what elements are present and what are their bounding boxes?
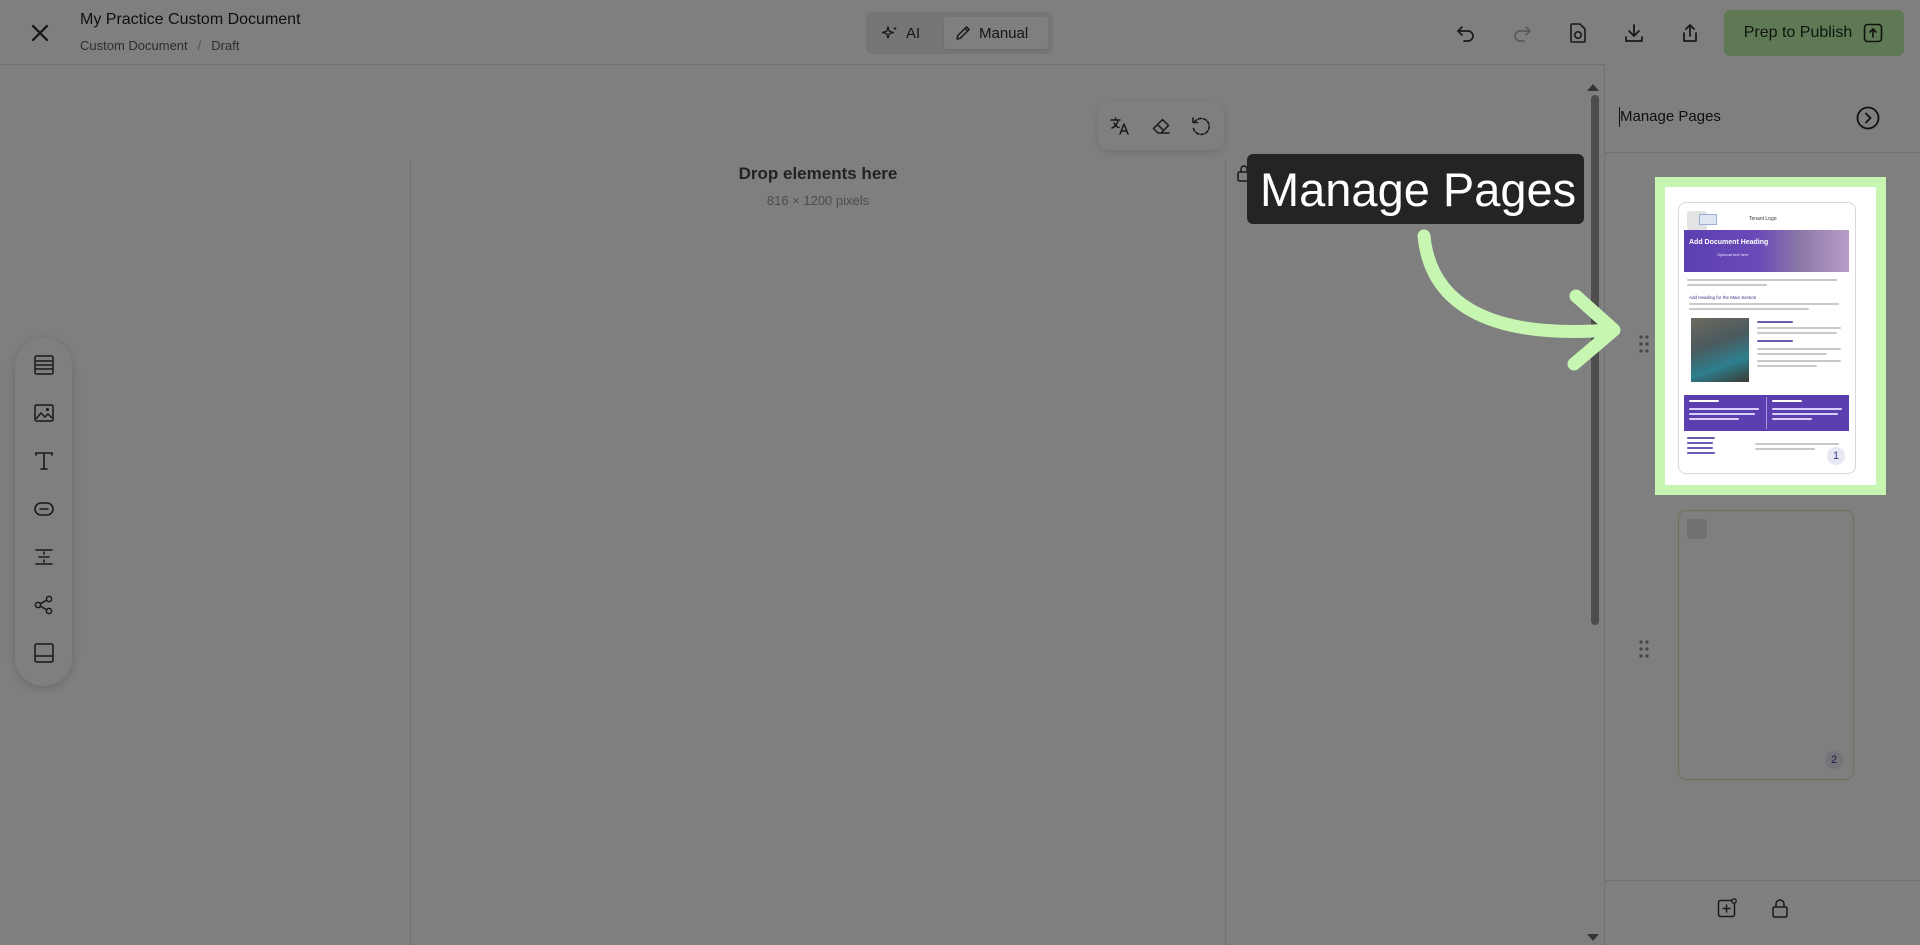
- thumb-text-line: [1755, 443, 1839, 445]
- table-icon: [34, 355, 54, 375]
- thumb-text-line: [1689, 308, 1809, 310]
- thumb-text-line: [1687, 442, 1713, 444]
- footer-tool-button[interactable]: [30, 639, 58, 667]
- thumb-text-line: [1757, 360, 1841, 362]
- download-button[interactable]: [1619, 18, 1649, 48]
- page-number-badge: 1: [1827, 447, 1845, 465]
- text-tool-button[interactable]: [30, 447, 58, 475]
- footer-icon: [34, 643, 54, 663]
- callout-text: Manage Pages: [1260, 162, 1577, 216]
- panel-title: Manage Pages: [1620, 108, 1721, 125]
- share-button[interactable]: [1675, 18, 1705, 48]
- breadcrumb-separator: /: [197, 38, 202, 53]
- eraser-icon: [1152, 118, 1170, 134]
- breadcrumb: Custom Document / Draft: [80, 38, 239, 53]
- button-element-icon: [34, 502, 54, 516]
- breadcrumb-status: Draft: [211, 38, 240, 53]
- publish-label: Prep to Publish: [1743, 24, 1853, 41]
- close-icon: [31, 24, 49, 42]
- image-tool-button[interactable]: [30, 399, 58, 427]
- breadcrumb-document-type[interactable]: Custom Document: [80, 38, 188, 53]
- close-button[interactable]: [24, 20, 56, 46]
- canvas-floating-toolbar: [1098, 102, 1224, 150]
- drop-zone-title: Drop elements here: [738, 164, 898, 183]
- thumb-text-line: [1757, 348, 1841, 350]
- scroll-down-arrow[interactable]: [1587, 934, 1599, 941]
- thumb-photo: [1691, 318, 1749, 382]
- publish-icon: [1863, 23, 1883, 43]
- mode-toggle: AI Manual: [866, 12, 1053, 54]
- thumb-text-line: [1687, 447, 1713, 449]
- preview-button[interactable]: [1563, 18, 1593, 48]
- share-icon: [1683, 24, 1697, 42]
- pencil-icon: [956, 26, 970, 40]
- thumb-text-line: [1757, 353, 1827, 355]
- social-share-icon: [34, 595, 53, 615]
- add-page-icon: [1717, 898, 1737, 918]
- thumb-section-title: Add Heading for the Main Section: [1689, 295, 1757, 300]
- translate-icon: [1110, 117, 1129, 135]
- prep-to-publish-button[interactable]: Prep to Publish: [1724, 10, 1904, 56]
- redo-button[interactable]: [1507, 18, 1537, 48]
- logo-placeholder: [1699, 214, 1717, 225]
- thumb-text-line: [1687, 437, 1715, 439]
- highlighted-page-thumbnail-1[interactable]: Tenant Logo Add Document Heading Optiona…: [1678, 202, 1856, 474]
- undo-icon: [1457, 26, 1474, 42]
- pointer-arrow-icon: [1417, 229, 1621, 371]
- spacer-icon: [35, 549, 53, 565]
- manual-mode-button[interactable]: Manual: [944, 17, 1048, 49]
- divider: [1604, 152, 1920, 153]
- thumb-text-line: [1757, 321, 1793, 323]
- text-icon: [35, 452, 53, 470]
- add-page-button[interactable]: [1713, 894, 1741, 922]
- drag-handle-icon[interactable]: [1638, 639, 1650, 659]
- image-icon: [34, 404, 54, 422]
- thumb-text-line: [1689, 303, 1839, 305]
- thumb-text-line: [1687, 452, 1715, 454]
- page-thumbnail-2[interactable]: 2: [1678, 510, 1854, 780]
- thumb-text-line: [1757, 332, 1837, 334]
- thumb-text-line: [1757, 340, 1793, 342]
- thumb-purple-band: [1684, 395, 1849, 431]
- undo-button[interactable]: [1451, 18, 1481, 48]
- thumb-heading: Add Document Heading: [1689, 239, 1769, 246]
- spacer-tool-button[interactable]: [30, 543, 58, 571]
- translate-button[interactable]: [1106, 112, 1134, 140]
- scroll-up-arrow[interactable]: [1587, 84, 1599, 91]
- thumb-logo-text: Tenant Logo: [1749, 216, 1777, 222]
- collapse-panel-icon[interactable]: [1855, 105, 1881, 131]
- ai-mode-label: AI: [906, 24, 921, 42]
- lock-pages-button[interactable]: [1766, 894, 1794, 922]
- thumb-text-line: [1687, 284, 1767, 286]
- redo-icon: [1514, 26, 1531, 42]
- drag-handle-icon[interactable]: [1638, 334, 1650, 354]
- thumb-hero-banner: Add Document Heading Optional text here: [1684, 230, 1849, 272]
- tutorial-callout: Manage Pages: [1247, 154, 1584, 224]
- layout-tool-button[interactable]: [30, 351, 58, 379]
- clear-format-button[interactable]: [1147, 112, 1175, 140]
- button-tool-button[interactable]: [30, 495, 58, 523]
- page-select-checkbox[interactable]: [1687, 519, 1707, 539]
- sparkle-icon: [881, 26, 897, 39]
- canvas-size-label: 816 × 1200 pixels: [766, 193, 870, 208]
- element-toolbar: [15, 338, 72, 686]
- preview-icon: [1570, 23, 1586, 43]
- ai-mode-button[interactable]: AI: [871, 17, 930, 49]
- divider: [1604, 880, 1920, 881]
- document-canvas[interactable]: Drop elements here 816 × 1200 pixels: [410, 160, 1226, 945]
- document-title: My Practice Custom Document: [80, 11, 301, 28]
- page-number-badge: 2: [1825, 751, 1843, 769]
- thumb-text-line: [1757, 365, 1817, 367]
- thumb-text-line: [1755, 448, 1815, 450]
- download-icon: [1625, 24, 1643, 42]
- reset-button[interactable]: [1187, 112, 1215, 140]
- thumb-text-line: [1757, 327, 1841, 329]
- social-tool-button[interactable]: [30, 591, 58, 619]
- lock-icon: [1772, 899, 1788, 918]
- thumb-text-line: [1687, 279, 1837, 281]
- manual-mode-label: Manual: [979, 24, 1029, 42]
- reset-icon: [1192, 117, 1210, 136]
- thumb-subheading: Optional text here: [1717, 252, 1749, 257]
